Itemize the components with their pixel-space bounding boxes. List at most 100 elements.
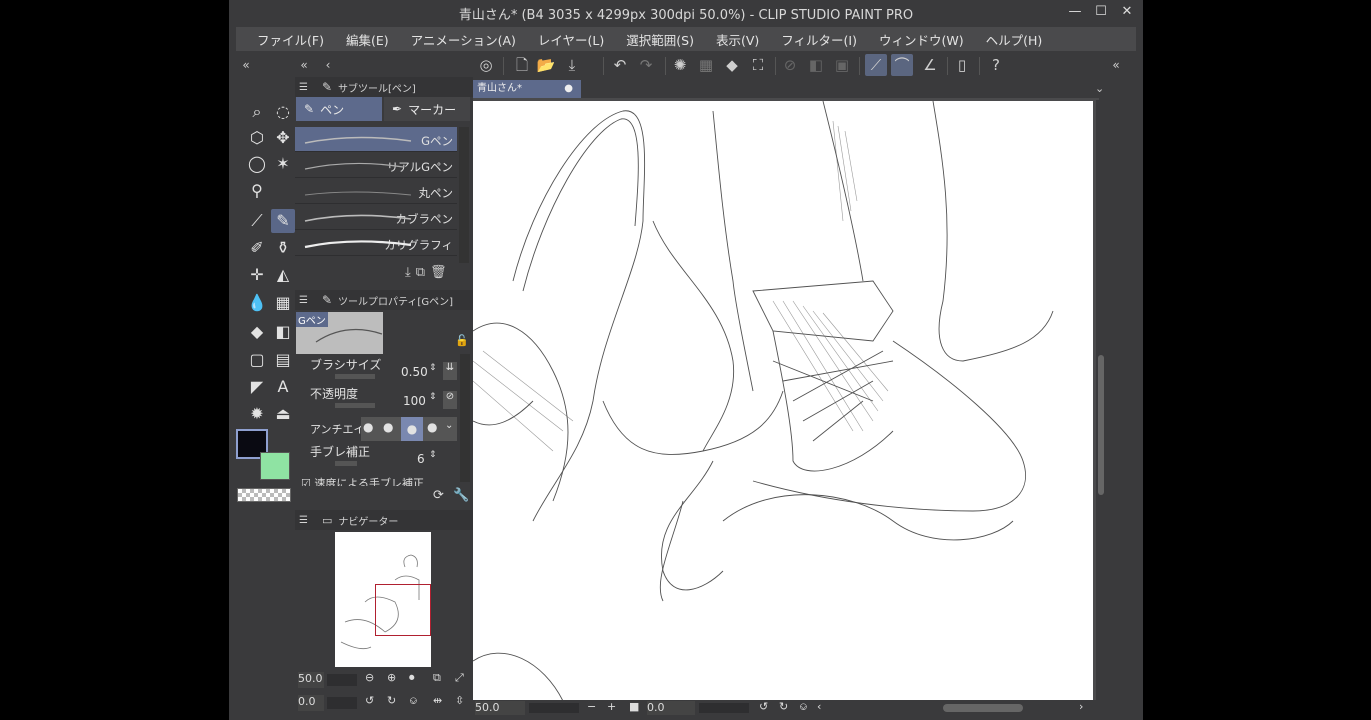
new-file-icon[interactable]: 🗋 — [511, 54, 533, 76]
correction-icon[interactable]: ⏏ — [271, 402, 295, 426]
brush-item-calligraphy[interactable]: カリグラフィ — [295, 231, 457, 256]
tab-marker[interactable]: ✒ マーカー — [384, 97, 470, 121]
stepper-icon[interactable]: ⇕ — [429, 363, 437, 373]
menu-selection[interactable]: 選択範囲(S) — [615, 30, 705, 49]
fullscreen-icon[interactable]: ⤢ — [455, 671, 464, 685]
maximize-button[interactable]: ☐ — [1093, 4, 1109, 20]
fill-icon[interactable]: ◆ — [721, 54, 743, 76]
decoration-icon[interactable]: ✛ — [245, 263, 269, 287]
antialias-none-icon[interactable]: ● — [363, 420, 373, 434]
loading-icon[interactable]: ✺ — [669, 54, 691, 76]
menu-icon[interactable]: ☰ — [295, 515, 308, 526]
antialias-medium-icon[interactable]: ● — [401, 417, 423, 441]
subtool-scrollbar[interactable] — [459, 127, 469, 263]
move-icon[interactable]: ✥ — [271, 126, 295, 150]
tab-pen[interactable]: ✎ ペン — [296, 97, 382, 121]
speed-stabilization-row[interactable]: ☑ 速度による手ブレ補正 — [301, 474, 456, 486]
antialias-selector[interactable]: ● ● ● ● ⌄ — [361, 417, 457, 441]
wrench-icon[interactable]: 🔧 — [453, 488, 469, 503]
horizontal-scroll-thumb[interactable] — [943, 704, 1023, 712]
effect-icon[interactable]: ✹ — [245, 402, 269, 426]
flip-horizontal-icon[interactable]: ⇹ — [433, 694, 442, 707]
airbrush-icon[interactable]: ⚱ — [271, 236, 295, 260]
lock-icon[interactable]: 🔓 — [455, 334, 469, 347]
chevron-left-icon[interactable]: ‹ — [317, 54, 339, 76]
blend-icon[interactable]: 💧 — [245, 291, 269, 315]
rectangle-icon[interactable]: ▢ — [245, 348, 269, 372]
device-icon[interactable]: ▯ — [951, 54, 973, 76]
menu-layer[interactable]: レイヤー(L) — [527, 30, 615, 49]
canvas-vertical-scrollbar[interactable] — [1096, 100, 1106, 700]
opacity-value[interactable]: 100 — [403, 394, 426, 408]
help-icon[interactable]: ? — [985, 54, 1007, 76]
reset-rotation-icon[interactable]: ⎉ — [799, 700, 808, 714]
deselect-icon[interactable]: ⊘ — [779, 54, 801, 76]
status-zoom-slider[interactable] — [529, 703, 579, 713]
copy-icon[interactable]: ⤓ — [405, 265, 416, 280]
snap-ruler-icon[interactable]: ⟋ — [865, 54, 887, 76]
open-file-icon[interactable]: 📂 — [535, 54, 557, 76]
zoom-in-icon[interactable]: + — [607, 700, 616, 713]
collapse-icon[interactable]: « — [293, 54, 315, 76]
snap-grid-icon[interactable]: ∠ — [919, 54, 941, 76]
text-icon[interactable]: A — [271, 375, 295, 399]
rotate-left-icon[interactable]: ↺ — [365, 694, 374, 707]
minimize-button[interactable]: — — [1067, 4, 1083, 20]
sub-color-swatch[interactable] — [260, 452, 290, 480]
gradient-icon[interactable]: ◧ — [271, 320, 295, 344]
pen-icon[interactable]: ✎ — [271, 209, 295, 233]
antialias-weak-icon[interactable]: ● — [383, 420, 393, 434]
mesh-icon[interactable]: ▦ — [271, 291, 295, 315]
stepper-icon[interactable]: ⇕ — [429, 392, 437, 402]
brush-item-real-gpen[interactable]: リアルGペン — [295, 153, 457, 178]
collapse-left-icon[interactable]: « — [235, 54, 257, 76]
status-rotation-value[interactable]: 0.0 — [647, 701, 695, 715]
invert-selection-icon[interactable]: ◧ — [805, 54, 827, 76]
chevron-down-icon[interactable]: ⌄ — [445, 420, 453, 431]
stabilization-value[interactable]: 6 — [417, 452, 425, 466]
scroll-right-icon[interactable]: › — [1079, 700, 1083, 713]
brush-size-value[interactable]: 0.50 — [401, 365, 428, 379]
zoom-value[interactable]: 50.0 — [298, 672, 324, 688]
chevron-down-icon[interactable]: ⌄ — [1095, 82, 1104, 95]
antialias-strong-icon[interactable]: ● — [427, 420, 437, 434]
zoom-out-icon[interactable]: ⊖ — [365, 671, 374, 684]
auto-select-icon[interactable]: ✶ — [271, 152, 295, 176]
close-button[interactable]: ✕ — [1119, 4, 1135, 20]
trash-icon[interactable]: 🗑 — [430, 265, 452, 280]
menu-animation[interactable]: アニメーション(A) — [400, 30, 527, 49]
menu-file[interactable]: ファイル(F) — [246, 30, 335, 49]
zoom-slider[interactable] — [327, 674, 357, 686]
flip-vertical-icon[interactable]: ⇳ — [455, 694, 464, 707]
drawing-canvas[interactable] — [473, 101, 1093, 701]
document-tab[interactable]: 青山さん* ● — [473, 80, 581, 98]
zoom-icon[interactable]: ⌕ — [245, 100, 269, 124]
zoom-in-icon[interactable]: ⊕ — [387, 671, 396, 684]
scroll-left-icon[interactable]: ‹ — [817, 700, 821, 713]
eraser-icon[interactable]: ◭ — [271, 263, 295, 287]
lasso-select-icon[interactable]: ◌ — [271, 100, 295, 124]
fit-page-icon[interactable]: ■ — [629, 700, 639, 713]
stepper-icon[interactable]: ⇕ — [429, 450, 437, 460]
close-tab-icon[interactable]: ● — [564, 80, 573, 98]
pencil-icon[interactable]: ✐ — [245, 236, 269, 260]
ruler-icon[interactable]: ◤ — [245, 375, 269, 399]
object-icon[interactable]: ⬡ — [245, 126, 269, 150]
brush-icon[interactable]: ⟋ — [245, 209, 269, 233]
fit-window-icon[interactable]: ⧉ — [433, 671, 441, 685]
reset-icon[interactable]: ⟳ — [433, 488, 444, 503]
brush-item-gpen[interactable]: Gペン — [295, 127, 457, 152]
selection-border-icon[interactable]: ▣ — [831, 54, 853, 76]
redo-icon[interactable]: ↷ — [635, 54, 657, 76]
fill-bucket-icon[interactable]: ◆ — [245, 320, 269, 344]
status-rotation-slider[interactable] — [699, 703, 749, 713]
pressure-icon[interactable]: ⇊ — [443, 362, 457, 380]
navigator-preview[interactable] — [295, 530, 473, 667]
clip-studio-icon[interactable]: ◎ — [475, 54, 497, 76]
menu-help[interactable]: ヘルプ(H) — [975, 30, 1054, 49]
save-icon[interactable]: ⤓ — [561, 54, 583, 76]
rotate-right-icon[interactable]: ↻ — [779, 700, 788, 713]
menu-icon[interactable]: ☰ — [295, 295, 308, 306]
menu-window[interactable]: ウィンドウ(W) — [868, 30, 975, 49]
rotation-value[interactable]: 0.0 — [298, 695, 324, 711]
